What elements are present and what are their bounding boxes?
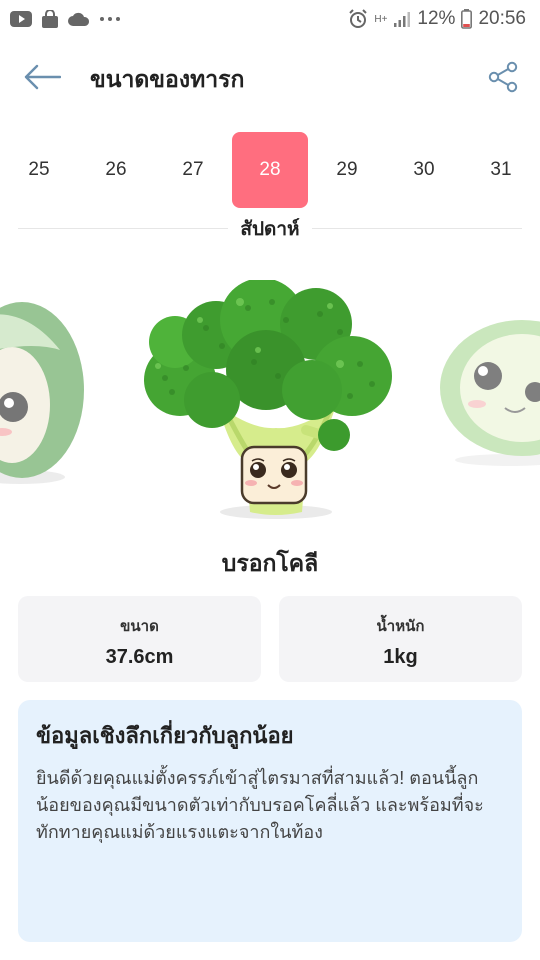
size-value: 37.6cm	[105, 646, 174, 668]
insight-card: ข้อมูลเชิงลึกเกี่ยวกับลูกน้อย ยินดีด้วยค…	[18, 700, 522, 942]
week-26[interactable]: 26	[78, 132, 154, 208]
week-25[interactable]: 25	[1, 132, 77, 208]
cloud-icon	[68, 12, 90, 26]
signal-icon	[393, 10, 411, 28]
week-31[interactable]: 31	[463, 132, 539, 208]
more-dots-icon	[99, 16, 121, 22]
weight-label: น้ำหนัก	[376, 618, 425, 635]
weight-card: น้ำหนัก 1kg	[279, 596, 522, 682]
share-button[interactable]	[486, 61, 520, 97]
week-unit-label: สัปดาห์	[240, 219, 300, 240]
size-label: ขนาด	[120, 618, 159, 635]
status-left	[10, 10, 121, 28]
week-selector: 25 26 27 28 29 30 31	[0, 132, 540, 208]
clock: 20:56	[478, 8, 526, 29]
share-icon	[488, 61, 518, 98]
avocado-illustration[interactable]	[0, 302, 84, 484]
week-29[interactable]: 29	[309, 132, 385, 208]
fruit-name: บรอกโคลี	[221, 550, 319, 576]
weight-value: 1kg	[383, 646, 418, 668]
bag-icon	[41, 10, 59, 28]
page-title: ขนาดของทารก	[90, 66, 245, 92]
melon-illustration[interactable]	[440, 320, 540, 466]
network-type: H+	[374, 13, 388, 25]
battery-icon	[461, 9, 473, 29]
battery-percent: 12%	[417, 8, 456, 29]
alarm-icon	[348, 9, 368, 29]
size-card: ขนาด 37.6cm	[18, 596, 261, 682]
status-bar: H+ 12% 20:56	[0, 0, 540, 38]
week-27[interactable]: 27	[155, 132, 231, 208]
insight-body: ยินดีด้วยคุณแม่ตั้งครรภ์เข้าสู่ไตรมาสที่…	[36, 768, 484, 842]
status-right: H+ 12% 20:56	[348, 8, 526, 30]
back-arrow-icon	[23, 64, 62, 95]
week-28-selected[interactable]: 28	[232, 132, 308, 208]
header: ขนาดของทารก	[0, 48, 540, 110]
insight-title: ข้อมูลเชิงลึกเกี่ยวกับลูกน้อย	[36, 723, 294, 748]
youtube-icon	[10, 11, 32, 27]
fruit-carousel[interactable]	[0, 278, 540, 530]
broccoli-illustration[interactable]	[144, 278, 392, 519]
back-button[interactable]	[22, 61, 62, 97]
week-30[interactable]: 30	[386, 132, 462, 208]
